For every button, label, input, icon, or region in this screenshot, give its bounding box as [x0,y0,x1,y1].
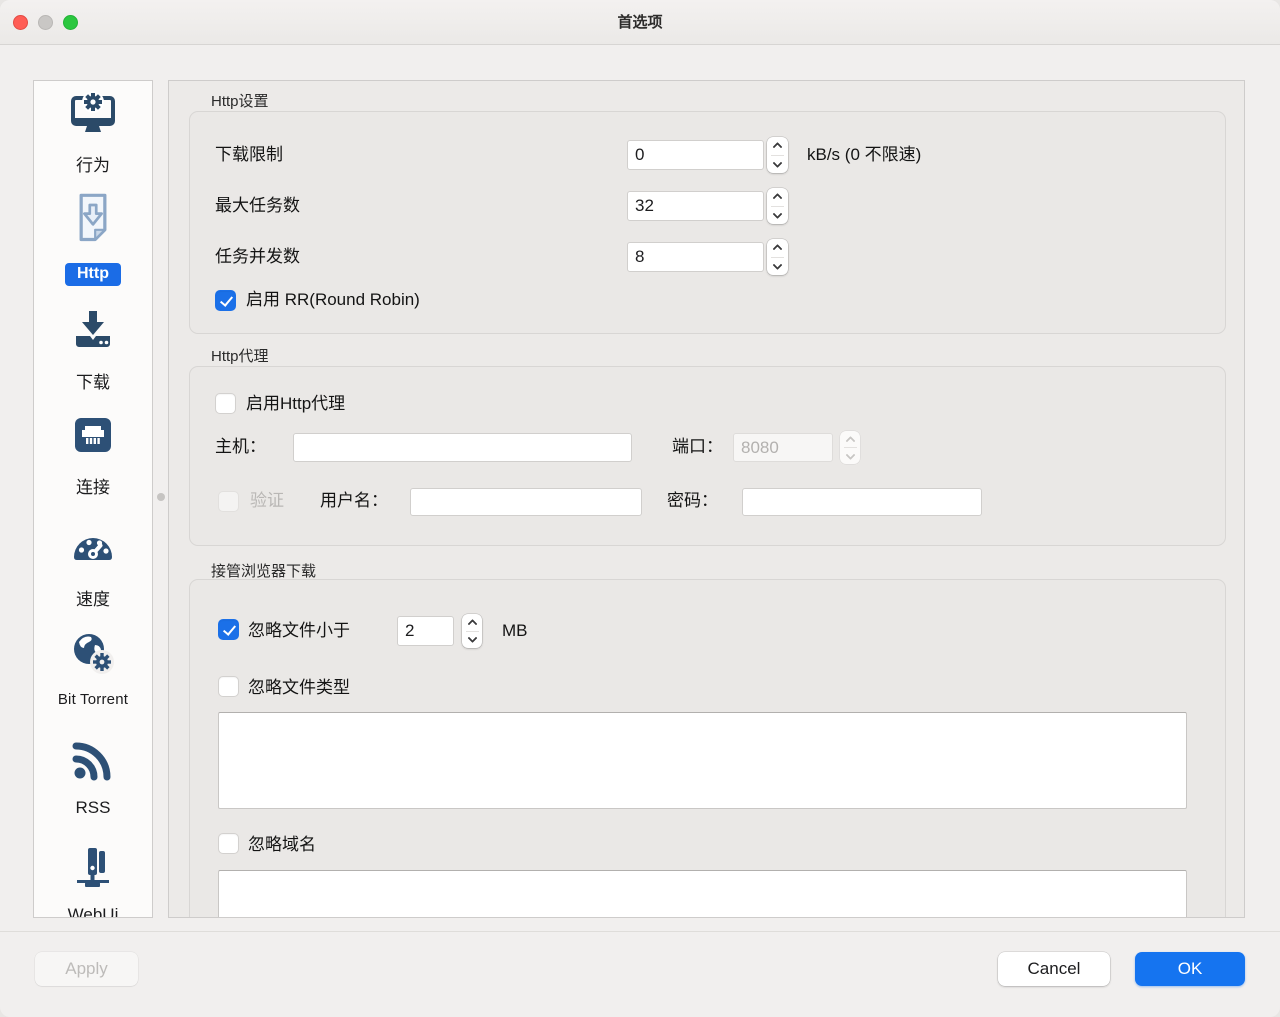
cancel-button[interactable]: Cancel [998,952,1110,986]
titlebar: 首选项 [0,0,1280,45]
stepper-up-icon [467,619,477,629]
username-label: 用户名： [320,486,388,516]
concurrency-input[interactable] [627,242,764,272]
sidebar-item-http[interactable]: Http [34,191,152,286]
sidebar-item-webui[interactable]: WebUi [34,843,152,918]
sidebar-item-download[interactable]: 下载 [34,306,152,393]
max-tasks-input[interactable] [627,191,764,221]
splitter-handle[interactable] [157,493,165,501]
concurrency-stepper[interactable] [767,239,788,275]
host-input[interactable] [293,433,632,462]
port-stepper [840,431,860,464]
sidebar-item-label: 速度 [34,585,152,610]
ignore-domains-checkbox[interactable] [218,833,239,854]
document-download-icon [67,191,119,247]
auth-checkbox [218,491,239,512]
window-title: 首选项 [0,0,1280,45]
stepper-down-icon [773,209,783,219]
auth-checkbox-label: 验证 [250,488,284,514]
password-label: 密码： [667,486,718,516]
stepper-up-icon [773,244,783,254]
sidebar-item-label: WebUi [34,905,152,918]
globe-gear-icon [69,629,117,677]
sidebar-item-label: 行为 [34,151,152,176]
download-limit-suffix: kB/s (0 不限速) [807,140,921,170]
footer-separator [0,931,1280,932]
port-input[interactable] [733,433,833,462]
preferences-window: 首选项 行为 [0,0,1280,1017]
max-tasks-stepper[interactable] [767,188,788,224]
ignore-types-textarea[interactable] [218,712,1187,809]
rss-icon [69,736,117,784]
http-proxy-group: 启用Http代理 主机： 端口： 验证 用户名： 密码： [189,366,1226,546]
sidebar-item-label: RSS [34,798,152,818]
http-settings-group: 下载限制 kB/s (0 不限速) 最大任务数 任务并发数 [189,111,1226,334]
ignore-size-unit: MB [502,616,528,646]
stepper-up-icon [773,193,783,203]
server-network-icon [69,843,117,891]
ignore-domains-textarea[interactable] [218,870,1187,918]
ignore-types-checkbox[interactable] [218,676,239,697]
apply-button: Apply [35,952,138,986]
stepper-down-icon [773,158,783,168]
download-tray-icon [69,306,117,354]
sidebar-item-connection[interactable]: 连接 [34,411,152,498]
sidebar-item-speed[interactable]: 速度 [34,523,152,610]
rr-checkbox-label: 启用 RR(Round Robin) [246,287,420,313]
username-input[interactable] [410,488,642,516]
max-tasks-label: 最大任务数 [215,191,300,221]
stepper-down-icon [845,450,855,460]
stepper-down-icon [773,260,783,270]
ignore-types-label: 忽略文件类型 [248,673,350,703]
section-title-browser-takeover: 接管浏览器下载 [211,560,316,581]
password-input[interactable] [742,488,982,516]
sidebar-item-bittorrent[interactable]: Bit Torrent [34,629,152,708]
rr-checkbox[interactable] [215,290,236,311]
section-title-http-proxy: Http代理 [211,345,269,366]
ignore-size-input[interactable] [397,616,454,646]
settings-pane: Http设置 下载限制 kB/s (0 不限速) 最大任务数 任务并发数 [168,80,1245,918]
download-limit-stepper[interactable] [767,137,788,173]
ok-button[interactable]: OK [1135,952,1245,986]
browser-takeover-group: 忽略文件小于 MB 忽略文件类型 忽略域名 [189,579,1226,918]
port-label: 端口： [672,432,723,462]
monitor-gear-icon [69,89,117,137]
stepper-up-icon [845,435,855,445]
enable-proxy-label: 启用Http代理 [246,391,345,417]
enable-proxy-checkbox[interactable] [215,393,236,414]
ethernet-port-icon [69,411,117,459]
section-title-http-settings: Http设置 [211,90,269,111]
stepper-up-icon [773,142,783,152]
sidebar-item-label: Http [65,263,121,286]
download-limit-input[interactable] [627,140,764,170]
sidebar-item-label: Bit Torrent [34,691,152,708]
speedometer-icon [69,523,117,571]
concurrency-label: 任务并发数 [215,242,300,272]
sidebar: 行为 Http 下载 [33,80,153,918]
sidebar-item-behavior[interactable]: 行为 [34,89,152,176]
ignore-size-label: 忽略文件小于 [248,616,350,646]
ignore-size-checkbox[interactable] [218,619,239,640]
sidebar-item-rss[interactable]: RSS [34,736,152,818]
host-label: 主机： [215,432,266,462]
ignore-size-stepper[interactable] [462,614,482,648]
sidebar-item-label: 下载 [34,368,152,393]
download-limit-label: 下载限制 [215,140,283,170]
ignore-domains-label: 忽略域名 [248,830,316,860]
sidebar-item-label: 连接 [34,473,152,498]
stepper-down-icon [467,633,477,643]
